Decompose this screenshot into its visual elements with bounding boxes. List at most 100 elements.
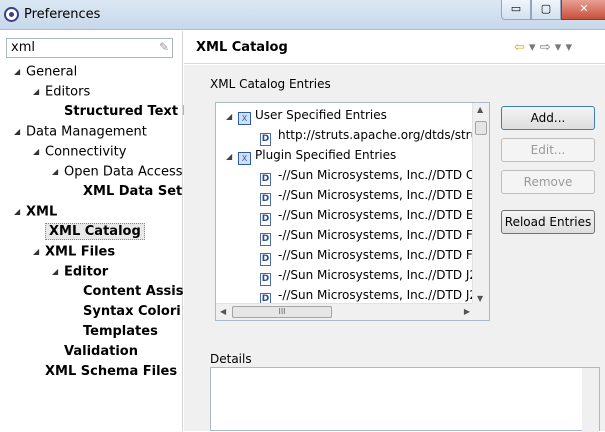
catalog-entry[interactable]: D -//Sun Microsystems, Inc.//DTD Fa <box>260 245 480 266</box>
tree-item-label: Syntax Colori <box>83 304 181 319</box>
tree-item-label: Editors <box>45 84 91 100</box>
close-button[interactable]: ✕ <box>561 0 605 20</box>
edit-button[interactable]: Edit... <box>501 138 595 162</box>
window-controls: ▭ ▢ ✕ <box>501 0 605 20</box>
catalog-entry-label: -//Sun Microsystems, Inc.//DTD J2 <box>278 268 478 282</box>
tree-item-label: Editor <box>64 264 109 280</box>
catalog-entry-label: Plugin Specified Entries <box>255 148 397 162</box>
tree-item-label: Structured Text E <box>64 104 192 119</box>
catalog-category[interactable]: ◢ X Plugin Specified Entries <box>226 145 396 165</box>
tree-item[interactable]: XML Data Set <box>71 182 182 202</box>
tree-item-label: XML Data Set <box>83 184 183 199</box>
scroll-right-icon[interactable]: ▶ <box>464 307 470 316</box>
page-title: XML Catalog <box>196 40 288 55</box>
catalog-entry[interactable]: D -//Sun Microsystems, Inc.//DTD J2 <box>260 265 478 286</box>
tree-item-label: XML Schema Files <box>45 364 178 379</box>
tree-item-label: General <box>26 64 78 80</box>
tree-item-label: XML Catalog <box>45 223 145 240</box>
forward-arrow-icon[interactable]: ⇨ <box>540 40 551 55</box>
expand-toggle-icon[interactable]: ◢ <box>14 122 26 142</box>
details-label: Details <box>210 352 252 366</box>
tree-item-label: Validation <box>64 344 138 359</box>
expand-toggle-icon[interactable]: ◢ <box>33 242 45 262</box>
catalog-entry-label: -//Sun Microsystems, Inc.//DTD C <box>278 168 475 182</box>
tree-item[interactable]: ◢ Connectivity <box>33 142 126 162</box>
tree-item[interactable]: Content Assis <box>71 282 183 302</box>
catalog-entry-label: http://struts.apache.org/dtds/stru <box>278 128 479 142</box>
catalog-entries-label: XML Catalog Entries <box>210 77 331 91</box>
vertical-scroll-thumb[interactable] <box>475 121 487 135</box>
view-menu-icon[interactable]: ▾ <box>565 40 572 55</box>
title-bar: Preferences ▭ ▢ ✕ <box>0 0 605 30</box>
expand-toggle-icon[interactable]: ◢ <box>226 147 238 167</box>
catalog-entry[interactable]: Dhttp://struts.apache.org/dtds/stru <box>260 125 479 146</box>
tree-item[interactable]: Syntax Colori <box>71 302 181 322</box>
expand-toggle-icon[interactable]: ◢ <box>14 62 26 82</box>
filter-text: xml <box>11 40 35 55</box>
tree-item[interactable]: ◢ Open Data Access <box>52 162 183 182</box>
forward-menu-icon[interactable]: ▾ <box>555 40 562 55</box>
tree-item[interactable]: XML Catalog <box>33 222 145 242</box>
horizontal-scrollbar[interactable]: ◀ III ▶ <box>216 303 474 320</box>
expand-toggle-icon[interactable]: ◢ <box>33 142 45 162</box>
clear-filter-icon[interactable]: ✎ <box>159 40 169 54</box>
catalog-entry-label: -//Sun Microsystems, Inc.//DTD J2 <box>278 288 478 302</box>
remove-button[interactable]: Remove <box>501 170 595 194</box>
scroll-down-icon[interactable]: ▼ <box>477 294 483 303</box>
catalog-entry-label: -//Sun Microsystems, Inc.//DTD E <box>278 208 474 222</box>
minimize-button[interactable]: ▭ <box>501 0 531 20</box>
tree-item[interactable]: ◢ Editors <box>33 82 90 102</box>
vertical-scrollbar[interactable]: ▲ ▼ <box>472 103 489 305</box>
catalog-entry[interactable]: D -//Sun Microsystems, Inc.//DTD E <box>260 205 474 226</box>
details-scrollbar[interactable] <box>582 368 599 432</box>
tree-item[interactable]: ◢ General <box>14 62 77 82</box>
tree-item[interactable]: ◢ Editor <box>52 262 108 282</box>
window-title: Preferences <box>24 7 101 22</box>
preferences-navigation: xml ✎ ◢ General ◢ Editors Structured Text E ◢… <box>0 31 191 431</box>
catalog-entries-tree[interactable]: ◢ X User Specified Entries Dhttp://struts.a… <box>215 102 490 321</box>
filter-input[interactable]: xml ✎ <box>6 38 173 58</box>
expand-toggle-icon[interactable]: ◢ <box>52 162 64 182</box>
expand-toggle-icon[interactable]: ◢ <box>52 262 64 282</box>
tree-item[interactable]: ◢ XML Files <box>33 242 115 262</box>
tree-item-label: XML Files <box>45 244 116 260</box>
details-text-area[interactable] <box>210 367 600 432</box>
catalog-entry[interactable]: D -//Sun Microsystems, Inc.//DTD C <box>260 165 475 186</box>
catalog-category-icon: X <box>238 152 251 165</box>
page-body: XML Catalog Entries ◢ X User Specified Ent… <box>184 65 605 432</box>
catalog-entry[interactable]: D -//Sun Microsystems, Inc.//DTD Fa <box>260 225 480 246</box>
tree-item-label: XML <box>26 204 58 220</box>
add-button[interactable]: Add... <box>501 106 595 130</box>
tree-item[interactable]: Structured Text E <box>52 102 191 122</box>
catalog-entry-label: User Specified Entries <box>255 108 387 122</box>
back-menu-icon[interactable]: ▾ <box>529 40 536 55</box>
preference-page: XML Catalog ⇦ ▾ ⇨ ▾ ▾ XML Catalog Entrie… <box>184 31 605 432</box>
catalog-entry-label: -//Sun Microsystems, Inc.//DTD Fa <box>278 248 480 262</box>
expand-toggle-icon[interactable]: ◢ <box>33 82 45 102</box>
scroll-up-icon[interactable]: ▲ <box>477 105 483 114</box>
tree-item-label: Connectivity <box>45 144 127 160</box>
tree-item[interactable]: ◢ XML <box>14 202 57 222</box>
tree-item[interactable]: Validation <box>52 342 138 362</box>
page-navigation: ⇦ ▾ ⇨ ▾ ▾ <box>514 40 572 55</box>
tree-item-label: Content Assis <box>83 284 184 299</box>
catalog-entry-label: -//Sun Microsystems, Inc.//DTD E <box>278 188 474 202</box>
tree-item[interactable]: Templates <box>71 322 158 342</box>
catalog-entry[interactable]: D -//Sun Microsystems, Inc.//DTD E <box>260 185 474 206</box>
tree-item-label: Templates <box>83 324 158 339</box>
tree-item-label: Open Data Access <box>64 164 183 180</box>
catalog-category[interactable]: ◢ X User Specified Entries <box>226 105 387 125</box>
catalog-entry[interactable]: D -//Sun Microsystems, Inc.//DTD J2 <box>260 285 478 306</box>
horizontal-scroll-thumb[interactable]: III <box>232 306 332 318</box>
tree-item[interactable]: ◢ Data Management <box>14 122 147 142</box>
reload-entries-button[interactable]: Reload Entries <box>501 210 595 234</box>
tree-item-label: Data Management <box>26 124 147 140</box>
catalog-entry-label: -//Sun Microsystems, Inc.//DTD Fa <box>278 228 480 242</box>
page-header: XML Catalog ⇦ ▾ ⇨ ▾ ▾ <box>184 31 605 64</box>
expand-toggle-icon[interactable]: ◢ <box>226 107 238 127</box>
scroll-left-icon[interactable]: ◀ <box>220 307 226 316</box>
maximize-button[interactable]: ▢ <box>531 0 561 20</box>
expand-toggle-icon[interactable]: ◢ <box>14 202 26 222</box>
back-arrow-icon[interactable]: ⇦ <box>514 40 525 55</box>
tree-item[interactable]: XML Schema Files <box>33 362 177 382</box>
